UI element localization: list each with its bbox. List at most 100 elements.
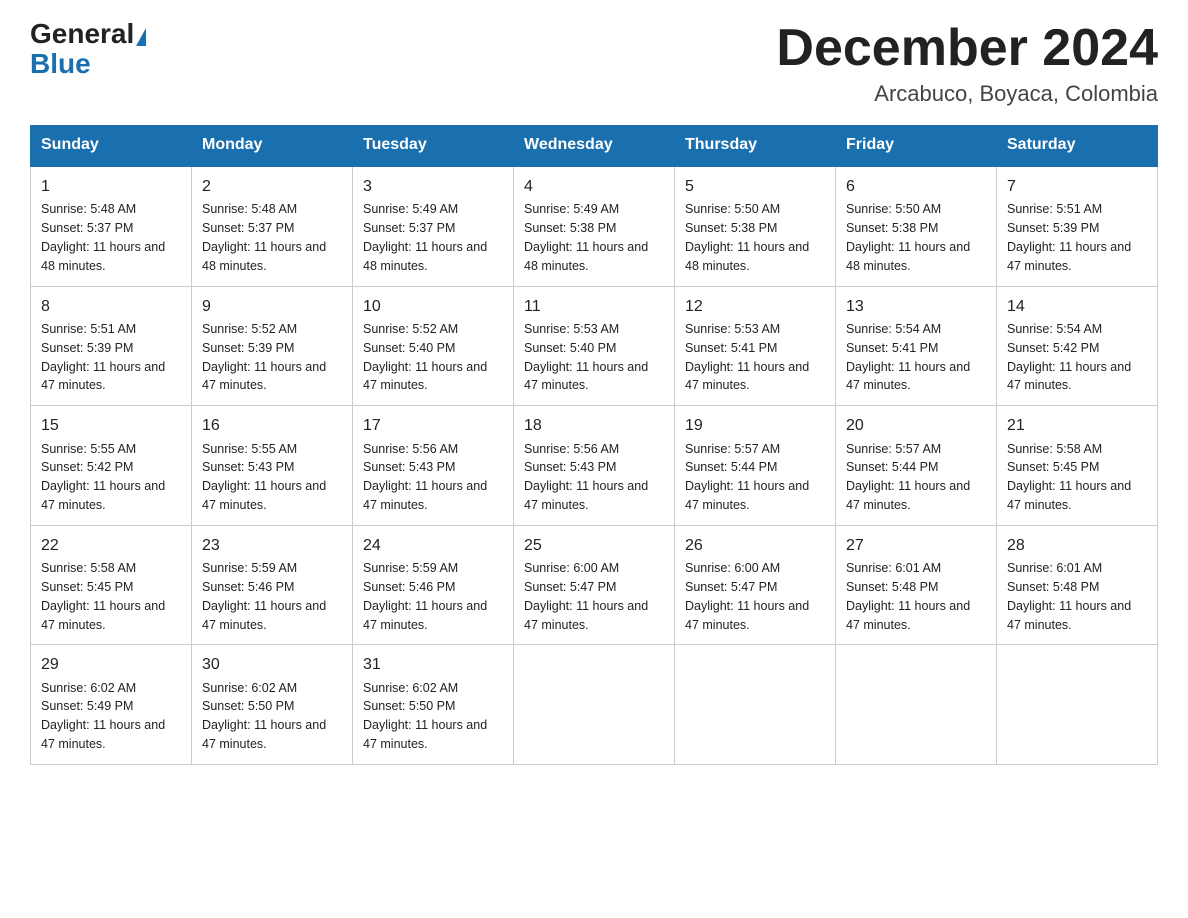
title-section: December 2024 Arcabuco, Boyaca, Colombia: [776, 20, 1158, 107]
calendar-cell: 8 Sunrise: 5:51 AMSunset: 5:39 PMDaylight…: [31, 286, 192, 406]
day-number: 29: [41, 653, 181, 676]
day-info: Sunrise: 5:53 AMSunset: 5:40 PMDaylight:…: [524, 322, 648, 393]
day-number: 6: [846, 175, 986, 198]
calendar-cell: 6 Sunrise: 5:50 AMSunset: 5:38 PMDaylight…: [836, 166, 997, 287]
calendar-cell: 13Sunrise: 5:54 AMSunset: 5:41 PMDayligh…: [836, 286, 997, 406]
day-info: Sunrise: 5:58 AMSunset: 5:45 PMDaylight:…: [41, 561, 165, 632]
location-subtitle: Arcabuco, Boyaca, Colombia: [776, 81, 1158, 107]
day-info: Sunrise: 6:01 AMSunset: 5:48 PMDaylight:…: [1007, 561, 1131, 632]
calendar-cell: 21 Sunrise: 5:58 AMSunset: 5:45 PMDayligh…: [997, 406, 1158, 526]
calendar-cell: 5 Sunrise: 5:50 AMSunset: 5:38 PMDaylight…: [675, 166, 836, 287]
day-info: Sunrise: 5:49 AMSunset: 5:38 PMDaylight:…: [524, 202, 648, 273]
day-info: Sunrise: 5:54 AMSunset: 5:42 PMDaylight:…: [1007, 322, 1131, 393]
day-info: Sunrise: 5:59 AMSunset: 5:46 PMDaylight:…: [202, 561, 326, 632]
day-info: Sunrise: 5:57 AMSunset: 5:44 PMDaylight:…: [846, 442, 970, 513]
calendar-cell: [514, 645, 675, 765]
col-header-wednesday: Wednesday: [514, 126, 675, 166]
calendar-cell: 16 Sunrise: 5:55 AMSunset: 5:43 PMDayligh…: [192, 406, 353, 526]
day-number: 26: [685, 534, 825, 557]
calendar-cell: 23 Sunrise: 5:59 AMSunset: 5:46 PMDayligh…: [192, 525, 353, 645]
day-number: 11: [524, 295, 664, 318]
day-info: Sunrise: 5:51 AMSunset: 5:39 PMDaylight:…: [41, 322, 165, 393]
calendar-cell: 7 Sunrise: 5:51 AMSunset: 5:39 PMDaylight…: [997, 166, 1158, 287]
calendar-cell: 31 Sunrise: 6:02 AMSunset: 5:50 PMDayligh…: [353, 645, 514, 765]
day-number: 2: [202, 175, 342, 198]
calendar-cell: 14 Sunrise: 5:54 AMSunset: 5:42 PMDayligh…: [997, 286, 1158, 406]
day-number: 7: [1007, 175, 1147, 198]
logo: General Blue: [30, 20, 148, 80]
calendar-table: SundayMondayTuesdayWednesdayThursdayFrid…: [30, 125, 1158, 765]
calendar-cell: 17 Sunrise: 5:56 AMSunset: 5:43 PMDayligh…: [353, 406, 514, 526]
day-number: 14: [1007, 295, 1147, 318]
calendar-cell: 27 Sunrise: 6:01 AMSunset: 5:48 PMDayligh…: [836, 525, 997, 645]
calendar-cell: 4 Sunrise: 5:49 AMSunset: 5:38 PMDaylight…: [514, 166, 675, 287]
day-number: 1: [41, 175, 181, 198]
logo-blue-text: Blue: [30, 48, 91, 79]
day-number: 30: [202, 653, 342, 676]
day-info: Sunrise: 5:55 AMSunset: 5:42 PMDaylight:…: [41, 442, 165, 513]
day-info: Sunrise: 6:02 AMSunset: 5:50 PMDaylight:…: [363, 681, 487, 752]
day-number: 19: [685, 414, 825, 437]
col-header-sunday: Sunday: [31, 126, 192, 166]
calendar-cell: 10 Sunrise: 5:52 AMSunset: 5:40 PMDayligh…: [353, 286, 514, 406]
col-header-friday: Friday: [836, 126, 997, 166]
day-info: Sunrise: 5:48 AMSunset: 5:37 PMDaylight:…: [41, 202, 165, 273]
day-info: Sunrise: 5:49 AMSunset: 5:37 PMDaylight:…: [363, 202, 487, 273]
day-number: 15: [41, 414, 181, 437]
day-info: Sunrise: 6:01 AMSunset: 5:48 PMDaylight:…: [846, 561, 970, 632]
day-info: Sunrise: 6:02 AMSunset: 5:49 PMDaylight:…: [41, 681, 165, 752]
logo-general-text: General: [30, 20, 134, 48]
calendar-cell: 26 Sunrise: 6:00 AMSunset: 5:47 PMDayligh…: [675, 525, 836, 645]
day-info: Sunrise: 5:54 AMSunset: 5:41 PMDaylight:…: [846, 322, 970, 393]
calendar-cell: 3 Sunrise: 5:49 AMSunset: 5:37 PMDaylight…: [353, 166, 514, 287]
day-number: 20: [846, 414, 986, 437]
col-header-monday: Monday: [192, 126, 353, 166]
day-number: 21: [1007, 414, 1147, 437]
day-number: 27: [846, 534, 986, 557]
day-number: 17: [363, 414, 503, 437]
day-info: Sunrise: 6:00 AMSunset: 5:47 PMDaylight:…: [685, 561, 809, 632]
day-number: 28: [1007, 534, 1147, 557]
day-number: 23: [202, 534, 342, 557]
calendar-cell: 15 Sunrise: 5:55 AMSunset: 5:42 PMDayligh…: [31, 406, 192, 526]
day-info: Sunrise: 5:50 AMSunset: 5:38 PMDaylight:…: [685, 202, 809, 273]
calendar-cell: 20 Sunrise: 5:57 AMSunset: 5:44 PMDayligh…: [836, 406, 997, 526]
calendar-cell: [997, 645, 1158, 765]
day-number: 22: [41, 534, 181, 557]
day-number: 10: [363, 295, 503, 318]
month-title: December 2024: [776, 20, 1158, 77]
calendar-cell: 1 Sunrise: 5:48 AMSunset: 5:37 PMDaylight…: [31, 166, 192, 287]
day-info: Sunrise: 5:56 AMSunset: 5:43 PMDaylight:…: [363, 442, 487, 513]
calendar-cell: 30 Sunrise: 6:02 AMSunset: 5:50 PMDayligh…: [192, 645, 353, 765]
calendar-cell: 18Sunrise: 5:56 AMSunset: 5:43 PMDayligh…: [514, 406, 675, 526]
day-number: 25: [524, 534, 664, 557]
day-number: 18: [524, 414, 664, 437]
day-info: Sunrise: 5:50 AMSunset: 5:38 PMDaylight:…: [846, 202, 970, 273]
calendar-cell: 19Sunrise: 5:57 AMSunset: 5:44 PMDayligh…: [675, 406, 836, 526]
day-number: 9: [202, 295, 342, 318]
day-number: 8: [41, 295, 181, 318]
logo-triangle-icon: [136, 28, 146, 46]
day-info: Sunrise: 6:00 AMSunset: 5:47 PMDaylight:…: [524, 561, 648, 632]
calendar-cell: 12 Sunrise: 5:53 AMSunset: 5:41 PMDayligh…: [675, 286, 836, 406]
day-number: 4: [524, 175, 664, 198]
calendar-cell: 11 Sunrise: 5:53 AMSunset: 5:40 PMDayligh…: [514, 286, 675, 406]
day-info: Sunrise: 5:58 AMSunset: 5:45 PMDaylight:…: [1007, 442, 1131, 513]
calendar-cell: 25 Sunrise: 6:00 AMSunset: 5:47 PMDayligh…: [514, 525, 675, 645]
day-number: 3: [363, 175, 503, 198]
day-info: Sunrise: 5:51 AMSunset: 5:39 PMDaylight:…: [1007, 202, 1131, 273]
day-info: Sunrise: 5:59 AMSunset: 5:46 PMDaylight:…: [363, 561, 487, 632]
calendar-cell: 22 Sunrise: 5:58 AMSunset: 5:45 PMDayligh…: [31, 525, 192, 645]
day-number: 12: [685, 295, 825, 318]
day-number: 5: [685, 175, 825, 198]
col-header-saturday: Saturday: [997, 126, 1158, 166]
calendar-cell: [675, 645, 836, 765]
day-info: Sunrise: 5:53 AMSunset: 5:41 PMDaylight:…: [685, 322, 809, 393]
calendar-cell: 28 Sunrise: 6:01 AMSunset: 5:48 PMDayligh…: [997, 525, 1158, 645]
day-info: Sunrise: 5:52 AMSunset: 5:40 PMDaylight:…: [363, 322, 487, 393]
calendar-cell: [836, 645, 997, 765]
day-info: Sunrise: 6:02 AMSunset: 5:50 PMDaylight:…: [202, 681, 326, 752]
day-info: Sunrise: 5:55 AMSunset: 5:43 PMDaylight:…: [202, 442, 326, 513]
day-number: 16: [202, 414, 342, 437]
day-number: 31: [363, 653, 503, 676]
